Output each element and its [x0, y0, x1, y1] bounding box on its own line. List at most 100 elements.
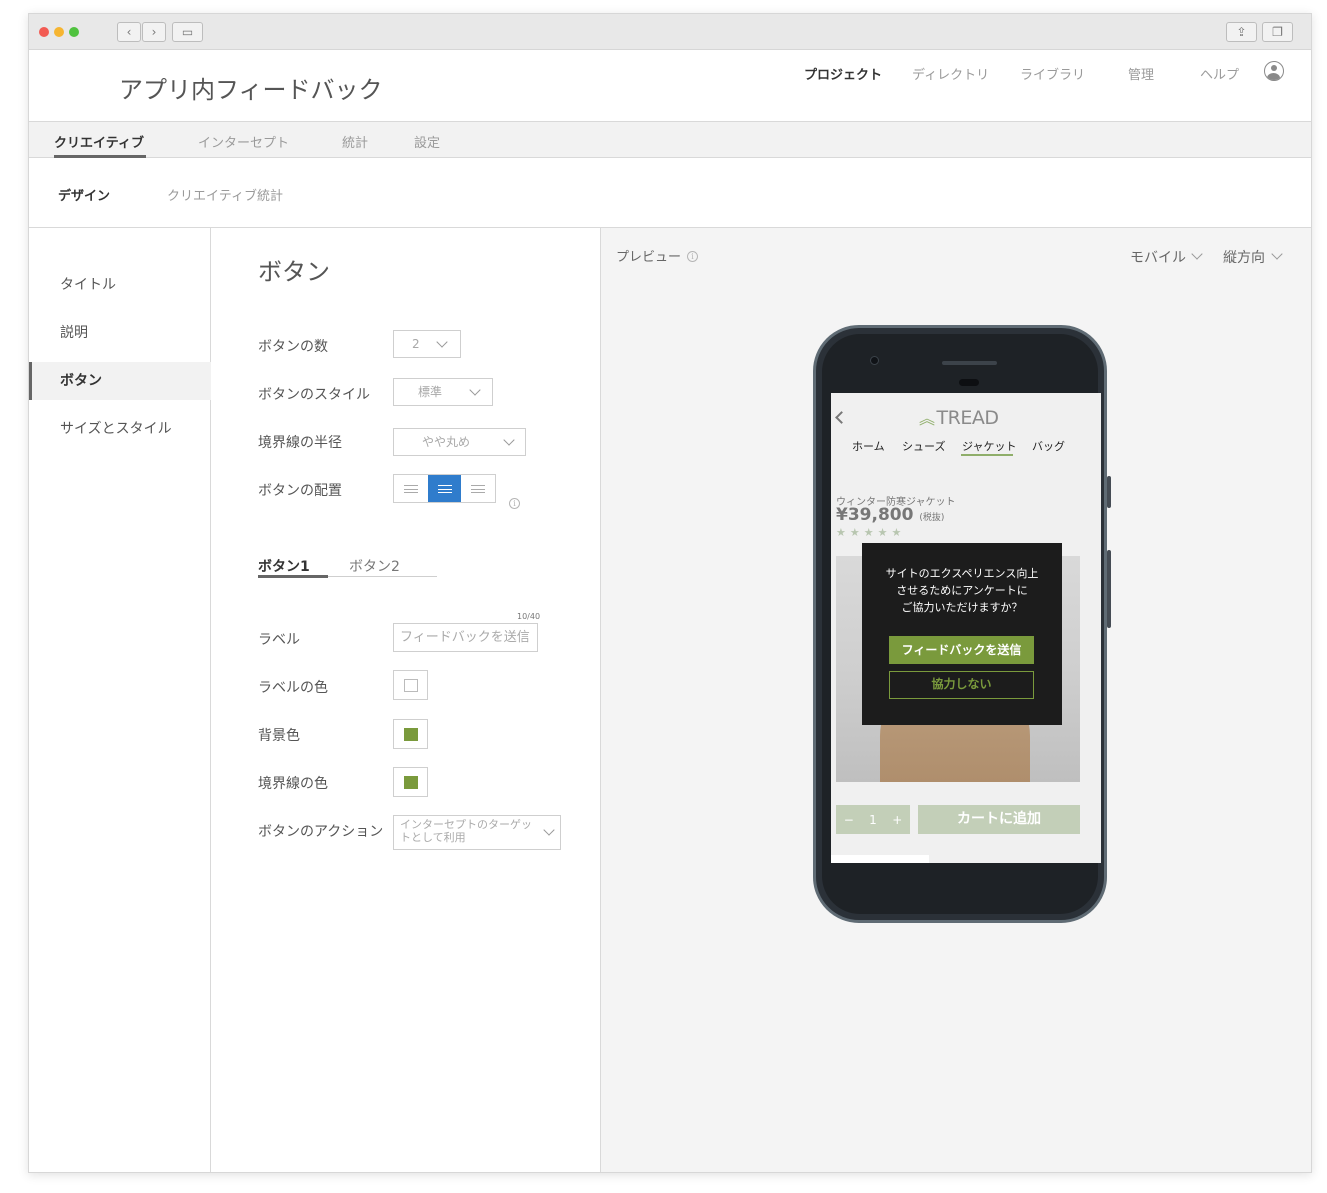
share-icon[interactable]: ⇪ [1226, 22, 1257, 42]
store-nav-bags[interactable]: バッグ [1032, 438, 1065, 454]
phone-side-button [1107, 476, 1111, 508]
border-radius-select[interactable]: やや丸め [393, 428, 526, 456]
chevron-down-icon [503, 434, 515, 446]
tab-stats[interactable]: 統計 [342, 132, 368, 151]
nav-help[interactable]: ヘルプ [1200, 64, 1239, 83]
button-style-value: 標準 [418, 385, 443, 399]
orientation-select-value: 縦方向 [1223, 250, 1265, 266]
chevron-down-icon [436, 336, 448, 348]
sidebar-item-description[interactable]: 説明 [29, 314, 211, 352]
close-window-icon[interactable] [39, 27, 49, 37]
background-color-chip [404, 728, 418, 741]
border-radius-value: やや丸め [422, 435, 471, 449]
orientation-select[interactable]: 縦方向 [1223, 247, 1265, 267]
label-input[interactable]: フィードバックを送信 [393, 623, 538, 652]
forward-arrow-icon[interactable]: › [142, 22, 166, 42]
align-left-icon [403, 484, 418, 493]
tabs-overview-icon[interactable]: ❐ [1262, 22, 1293, 42]
sidebar-toggle-icon[interactable]: ▭ [172, 22, 203, 42]
tab-settings[interactable]: 設定 [414, 132, 440, 151]
main-tabs: クリエイティブ インターセプト 統計 設定 [29, 122, 1311, 158]
back-arrow-icon[interactable]: ‹ [117, 22, 141, 42]
align-left-button[interactable] [394, 475, 428, 502]
window-titlebar: ‹ › ▭ ⇪ ❐ [29, 14, 1311, 50]
store-nav-shoes[interactable]: シューズ [902, 438, 945, 454]
button1-tab[interactable]: ボタン1 [258, 556, 310, 576]
border-color-swatch[interactable] [393, 767, 428, 797]
logo-chevrons-icon: ︽ [919, 409, 935, 428]
modal-message-line3: ご協力いただけますか？ [901, 601, 1023, 614]
button-settings-panel: ボタン ボタンの数 2 ボタンのスタイル 標準 境界線の半径 やや丸め ボタンの… [211, 228, 601, 1172]
phone-volume-button [1107, 550, 1111, 628]
app-title: アプリ内フィードバック [119, 76, 383, 104]
device-select[interactable]: モバイル [1130, 247, 1186, 267]
info-icon[interactable]: i [509, 498, 520, 509]
nav-directory[interactable]: ディレクトリ [912, 64, 989, 83]
button2-tab[interactable]: ボタン2 [349, 556, 400, 576]
chevron-down-icon [469, 384, 481, 396]
preview-panel: プレビュー i モバイル 縦方向 ︽TREAD ホーム シューズ ジャケット [601, 228, 1311, 1172]
sidebar-item-title[interactable]: タイトル [29, 266, 211, 304]
qty-minus-button[interactable]: − [844, 813, 854, 827]
nav-admin[interactable]: 管理 [1128, 64, 1154, 83]
qty-value: 1 [869, 812, 877, 827]
decline-button[interactable]: 協力しない [889, 671, 1034, 699]
phone-sensor [959, 379, 979, 386]
price-tax-note: (税抜) [919, 513, 945, 523]
sidebar-item-buttons[interactable]: ボタン [29, 362, 211, 400]
feedback-modal: サイトのエクスペリエンス向上 させるためにアンケートに ご協力いただけますか？ … [862, 543, 1062, 725]
send-feedback-button[interactable]: フィードバックを送信 [889, 636, 1034, 664]
label-char-counter: 10/40 [517, 612, 541, 621]
phone-screen: ︽ TREAD ホーム シューズ ジャケット バッグ ウィンター防寒ジャケット ¥… [831, 393, 1101, 863]
align-center-icon [437, 484, 452, 493]
label-color-label: ラベルの色 [258, 680, 328, 696]
label-color-swatch[interactable] [393, 670, 428, 700]
background-color-label: 背景色 [258, 728, 300, 744]
add-to-cart-button[interactable]: カートに追加 [918, 805, 1080, 834]
subtab-creative-stats[interactable]: クリエイティブ統計 [167, 185, 283, 204]
active-button-tab-indicator [258, 575, 328, 578]
border-color-label: 境界線の色 [258, 776, 328, 792]
quantity-stepper[interactable]: − 1 + [836, 805, 910, 834]
store-logo: ︽ TREAD [919, 405, 999, 429]
border-radius-label: 境界線の半径 [258, 435, 342, 451]
store-nav-home[interactable]: ホーム [852, 438, 885, 454]
screen-bottom-tab [831, 855, 929, 863]
nav-library[interactable]: ライブラリ [1020, 64, 1085, 83]
qty-plus-button[interactable]: + [892, 813, 902, 827]
tab-creative[interactable]: クリエイティブ [54, 132, 144, 151]
nav-project[interactable]: プロジェクト [804, 64, 882, 83]
button-style-select[interactable]: 標準 [393, 378, 493, 406]
store-nav-jackets[interactable]: ジャケット [962, 438, 1016, 454]
sidebar: タイトル 説明 ボタン サイズとスタイル [29, 228, 211, 1172]
modal-message: サイトのエクスペリエンス向上 させるためにアンケートに ご協力いただけますか？ [862, 565, 1062, 616]
rating-stars-icon: ★★★★★ [836, 526, 906, 539]
button-action-value: インターセプトのターゲットとして利用 [400, 818, 532, 844]
background-color-swatch[interactable] [393, 719, 428, 749]
store-nav-active-indicator [961, 454, 1013, 456]
sidebar-item-size-style[interactable]: サイズとスタイル [29, 410, 211, 448]
preview-info-icon[interactable]: i [687, 251, 698, 262]
alignment-button-group [393, 474, 496, 503]
button-action-select[interactable]: インターセプトのターゲットとして利用 [393, 815, 561, 850]
phone-mockup: ︽ TREAD ホーム シューズ ジャケット バッグ ウィンター防寒ジャケット ¥… [813, 325, 1111, 923]
tab-intercept[interactable]: インターセプト [198, 132, 289, 151]
phone-body: ︽ TREAD ホーム シューズ ジャケット バッグ ウィンター防寒ジャケット ¥… [822, 334, 1101, 914]
back-chevron-icon[interactable] [835, 411, 848, 424]
preview-title: プレビュー [616, 250, 682, 265]
button-count-select[interactable]: 2 [393, 330, 461, 358]
maximize-window-icon[interactable] [69, 27, 79, 37]
product-price: ¥39,800 (税抜) [836, 505, 944, 525]
modal-message-line1: サイトのエクスペリエンス向上 [885, 567, 1039, 580]
chevron-down-icon [1191, 248, 1203, 260]
price-value: ¥39,800 [836, 505, 914, 525]
browser-window: ‹ › ▭ ⇪ ❐ アプリ内フィードバック プロジェクト ディレクトリ ライブラ… [28, 13, 1312, 1173]
modal-message-line2: させるためにアンケートに [896, 584, 1028, 597]
align-center-button[interactable] [427, 475, 462, 502]
user-avatar-icon[interactable] [1264, 61, 1284, 81]
button-count-value: 2 [412, 337, 420, 351]
align-right-button[interactable] [461, 475, 495, 502]
minimize-window-icon[interactable] [54, 27, 64, 37]
subtab-design[interactable]: デザイン [58, 185, 110, 204]
chevron-down-icon [1271, 248, 1283, 260]
